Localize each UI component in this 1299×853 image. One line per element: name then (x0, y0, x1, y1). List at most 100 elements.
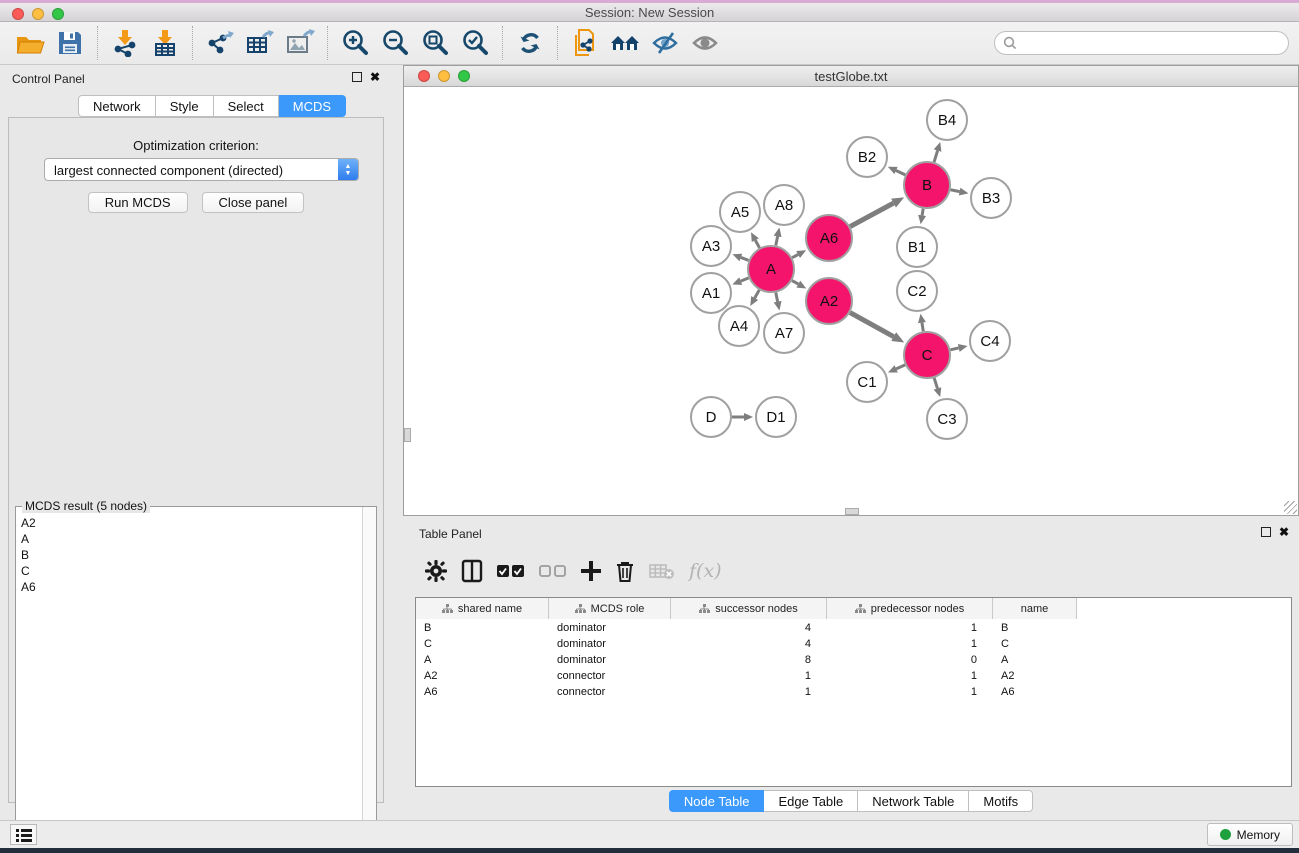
table-cell[interactable]: A6 (993, 684, 1077, 700)
graph-edge[interactable] (741, 257, 749, 260)
table-cell[interactable]: 4 (671, 620, 827, 636)
tab-edge-table[interactable]: Edge Table (764, 790, 858, 812)
close-table-panel-icon[interactable]: ✖ (1279, 527, 1289, 537)
graph-edge[interactable] (934, 151, 938, 162)
import-network-icon[interactable] (108, 26, 142, 60)
table-row[interactable]: Adominator80A (416, 652, 1077, 668)
table-cell[interactable]: 0 (827, 652, 993, 668)
tab-style[interactable]: Style (156, 95, 214, 117)
graph-edge[interactable] (755, 240, 759, 248)
show-all-icon[interactable] (688, 26, 722, 60)
select-all-checkboxes-icon[interactable] (497, 565, 525, 578)
vertical-scroll-thumb[interactable] (404, 428, 411, 442)
table-cell[interactable]: 4 (671, 636, 827, 652)
export-image-icon[interactable] (283, 26, 317, 60)
table-cell[interactable]: C (416, 636, 549, 652)
table-row[interactable]: Bdominator41B (416, 620, 1077, 636)
table-row[interactable]: A2connector11A2 (416, 668, 1077, 684)
graph-edge[interactable] (896, 171, 905, 175)
resize-grip-icon[interactable] (1284, 501, 1297, 514)
export-network-icon[interactable] (203, 26, 237, 60)
graph-edge[interactable] (850, 203, 893, 227)
run-mcds-button[interactable]: Run MCDS (88, 192, 188, 213)
new-network-from-selection-icon[interactable] (568, 26, 602, 60)
table-cell[interactable]: A2 (416, 668, 549, 684)
table-cell[interactable]: dominator (549, 652, 671, 668)
table-cell[interactable]: 8 (671, 652, 827, 668)
zoom-selected-icon[interactable] (458, 26, 492, 60)
tab-node-table[interactable]: Node Table (669, 790, 765, 812)
close-panel-icon[interactable]: ✖ (370, 72, 380, 82)
table-cell[interactable]: A (993, 652, 1077, 668)
mcds-result-item[interactable]: A2 (17, 515, 361, 531)
column-header-shared-name[interactable]: shared name (416, 598, 549, 619)
table-cell[interactable]: 1 (827, 668, 993, 684)
table-cell[interactable]: 1 (671, 668, 827, 684)
tab-mcds[interactable]: MCDS (279, 95, 346, 117)
add-column-icon[interactable] (581, 561, 601, 581)
refresh-icon[interactable] (513, 26, 547, 60)
delete-column-icon[interactable] (615, 560, 635, 583)
table-row[interactable]: Cdominator41C (416, 636, 1077, 652)
table-cell[interactable]: B (993, 620, 1077, 636)
graph-edge[interactable] (896, 365, 905, 369)
zoom-in-icon[interactable] (338, 26, 372, 60)
mcds-result-list[interactable]: A2ABCA6 (17, 515, 361, 846)
hide-selected-icon[interactable] (648, 26, 682, 60)
table-header-row[interactable]: shared nameMCDS rolesuccessor nodesprede… (416, 598, 1077, 619)
graph-edge[interactable] (755, 290, 760, 298)
mcds-result-item[interactable]: C (17, 563, 361, 579)
delete-table-icon[interactable] (649, 562, 675, 580)
column-header-MCDS-role[interactable]: MCDS role (549, 598, 671, 619)
table-body[interactable]: Bdominator41BCdominator41CAdominator80AA… (416, 620, 1077, 700)
table-cell[interactable]: C (993, 636, 1077, 652)
function-builder-icon[interactable]: f(x) (689, 560, 722, 582)
column-header-name[interactable]: name (993, 598, 1077, 619)
graph-edge[interactable] (951, 190, 960, 192)
mcds-result-item[interactable]: A (17, 531, 361, 547)
tab-network[interactable]: Network (78, 95, 156, 117)
table-cell[interactable]: A2 (993, 668, 1077, 684)
float-panel-icon[interactable] (352, 72, 362, 82)
table-cell[interactable]: dominator (549, 620, 671, 636)
open-session-icon[interactable] (13, 26, 47, 60)
graph-edge[interactable] (741, 278, 749, 281)
table-cell[interactable]: A (416, 652, 549, 668)
settings-gear-icon[interactable] (425, 560, 447, 582)
table-cell[interactable]: B (416, 620, 549, 636)
close-panel-button[interactable]: Close panel (202, 192, 305, 213)
tab-select[interactable]: Select (214, 95, 279, 117)
criterion-dropdown[interactable]: largest connected component (directed) ▲… (44, 158, 359, 181)
horizontal-scroll-thumb[interactable] (845, 508, 859, 515)
network-graph[interactable]: B4B2BB3A8A5A6A3B1AC2A1A2A4A7C4CC1DD1C3 (404, 87, 1298, 515)
graph-edge[interactable] (776, 236, 778, 245)
table-row[interactable]: A6connector11A6 (416, 684, 1077, 700)
graph-edge[interactable] (922, 209, 923, 216)
table-cell[interactable]: A6 (416, 684, 549, 700)
graph-edge[interactable] (792, 254, 798, 257)
tab-motifs[interactable]: Motifs (969, 790, 1033, 812)
first-neighbors-icon[interactable] (608, 26, 642, 60)
table-cell[interactable]: 1 (827, 620, 993, 636)
zoom-fit-icon[interactable] (418, 26, 452, 60)
column-chooser-icon[interactable] (461, 559, 483, 583)
float-table-panel-icon[interactable] (1261, 527, 1271, 537)
search-input[interactable] (994, 31, 1289, 55)
result-scrollbar[interactable] (362, 507, 376, 847)
deselect-all-checkboxes-icon[interactable] (539, 565, 567, 578)
graph-edge[interactable] (776, 293, 778, 302)
column-header-predecessor-nodes[interactable]: predecessor nodes (827, 598, 993, 619)
table-cell[interactable]: connector (549, 684, 671, 700)
import-table-icon[interactable] (148, 26, 182, 60)
graph-edge[interactable] (850, 313, 894, 337)
table-cell[interactable]: 1 (671, 684, 827, 700)
task-history-button[interactable] (10, 824, 37, 845)
table-cell[interactable]: 1 (827, 636, 993, 652)
network-canvas[interactable]: B4B2BB3A8A5A6A3B1AC2A1A2A4A7C4CC1DD1C3 (404, 87, 1298, 515)
network-window-titlebar[interactable]: testGlobe.txt (404, 66, 1298, 87)
table-cell[interactable]: dominator (549, 636, 671, 652)
graph-edge[interactable] (792, 281, 798, 284)
zoom-out-icon[interactable] (378, 26, 412, 60)
table-cell[interactable]: 1 (827, 684, 993, 700)
mcds-result-item[interactable]: B (17, 547, 361, 563)
